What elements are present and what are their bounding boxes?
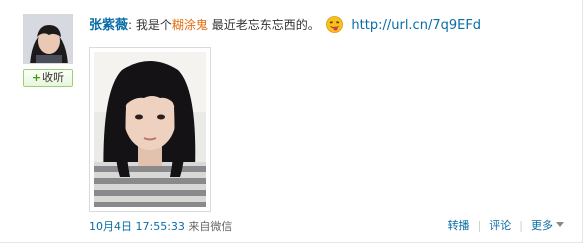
post-photo[interactable]	[89, 47, 211, 212]
topic-highlight[interactable]: 糊涂鬼	[172, 18, 208, 32]
post-actions: 转播 | 评论 | 更多	[448, 217, 564, 233]
more-button[interactable]: 更多	[531, 219, 564, 232]
post-text-after: 最近老忘东忘西的。	[207, 18, 320, 32]
post-meta: 10月4日 17:55:33 来自微信	[89, 218, 232, 234]
photo-image	[94, 52, 206, 207]
action-divider: |	[519, 219, 523, 232]
chevron-down-icon	[556, 222, 564, 227]
action-divider: |	[477, 219, 482, 232]
plus-icon: +	[31, 71, 42, 84]
name-separator: :	[128, 18, 133, 32]
post-text-before: 我是个	[135, 18, 172, 32]
comment-button[interactable]: 评论	[489, 219, 511, 232]
tongue-face-emoji-icon	[325, 16, 343, 38]
short-url-link[interactable]: http://url.cn/7q9EFd	[351, 18, 481, 33]
post-source: 来自微信	[188, 220, 233, 233]
repost-button[interactable]: 转播	[448, 219, 470, 232]
post-text: 张紫薇: 我是个糊涂鬼 最近老忘东忘西的。 http://url.cn/7q9E…	[89, 16, 481, 38]
post-time: 17:55:33	[135, 220, 185, 233]
follow-button[interactable]: +收听	[23, 69, 73, 87]
more-label: 更多	[531, 219, 553, 232]
post-date: 10月4日	[89, 220, 132, 233]
follow-label: 收听	[42, 71, 65, 84]
username-link[interactable]: 张紫薇	[89, 18, 128, 33]
avatar[interactable]	[23, 14, 73, 64]
avatar-image	[24, 15, 72, 63]
post-timestamp[interactable]: 10月4日 17:55:33	[89, 220, 185, 233]
